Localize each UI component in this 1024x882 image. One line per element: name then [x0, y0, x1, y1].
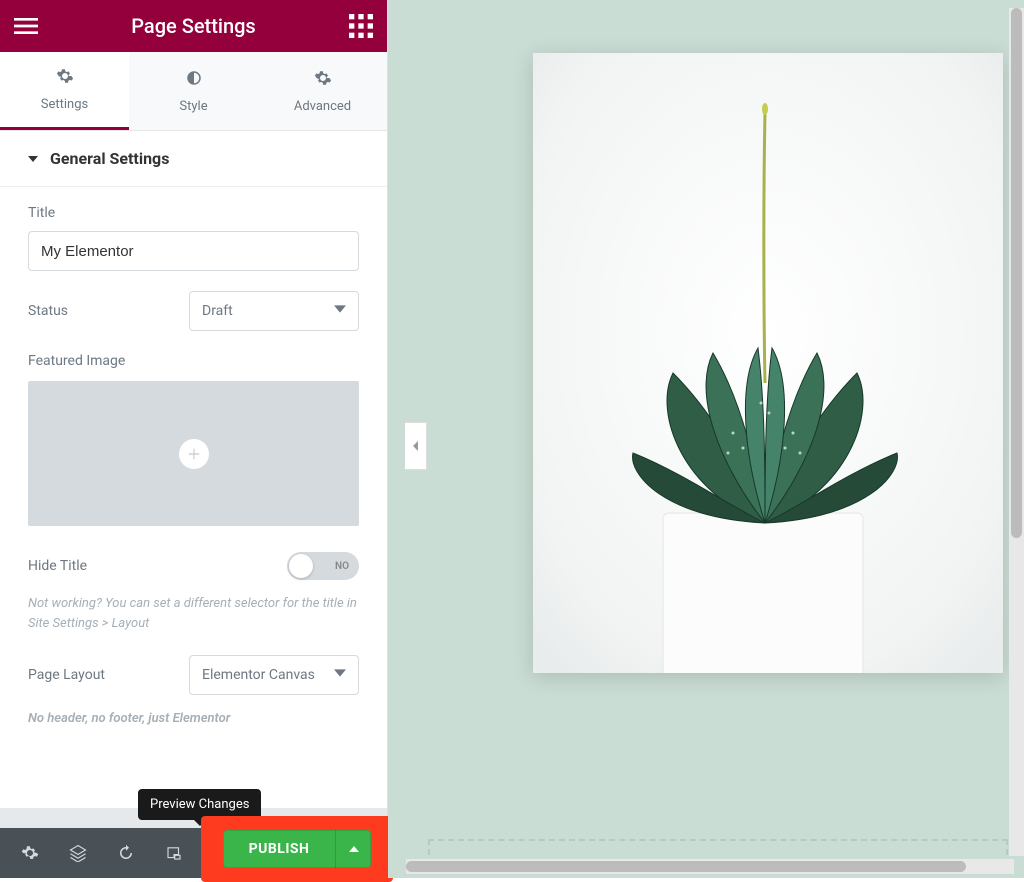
canvas-preview[interactable] — [388, 0, 1024, 878]
page-layout-select[interactable]: Elementor Canvas — [189, 655, 359, 695]
tab-label: Style — [179, 99, 207, 114]
panel-title: Page Settings — [42, 14, 345, 38]
title-input[interactable] — [28, 231, 359, 271]
panel-header: Page Settings — [0, 0, 387, 52]
page-image[interactable] — [533, 53, 1003, 673]
gear-icon — [56, 67, 74, 89]
section-heading: General Settings — [50, 149, 169, 168]
tab-settings[interactable]: Settings — [0, 52, 129, 130]
tab-label: Advanced — [294, 99, 351, 114]
chevron-down-icon — [334, 303, 346, 319]
title-label: Title — [28, 205, 359, 221]
hide-title-help: Not working? You can set a different sel… — [28, 594, 359, 633]
status-label: Status — [28, 303, 68, 319]
horizontal-scrollbar[interactable] — [406, 859, 1014, 874]
publish-button[interactable]: PUBLISH — [223, 841, 336, 857]
status-value: Draft — [202, 303, 233, 319]
settings-icon[interactable] — [8, 828, 52, 878]
publish-options-button[interactable] — [335, 830, 371, 868]
plus-icon — [179, 439, 209, 469]
responsive-icon[interactable] — [152, 828, 196, 878]
collapse-panel-button[interactable] — [405, 422, 427, 470]
page-layout-label: Page Layout — [28, 667, 105, 683]
tab-advanced[interactable]: Advanced — [258, 52, 387, 130]
widgets-grid-icon[interactable] — [345, 10, 377, 42]
section-general-settings[interactable]: General Settings — [0, 131, 387, 187]
scrollbar-thumb[interactable] — [1011, 8, 1022, 538]
tab-label: Settings — [41, 97, 88, 112]
toggle-state: NO — [335, 561, 349, 572]
page-layout-value: Elementor Canvas — [202, 667, 315, 683]
caret-down-icon — [28, 149, 38, 168]
hide-title-label: Hide Title — [28, 558, 87, 574]
featured-image-upload[interactable] — [28, 381, 359, 526]
featured-image-label: Featured Image — [28, 353, 359, 369]
history-icon[interactable] — [104, 828, 148, 878]
hide-title-toggle[interactable]: NO — [287, 552, 359, 580]
toggle-knob — [289, 554, 313, 578]
gear-icon — [314, 69, 332, 91]
section-content: Title Status Draft Featured Image Hide — [0, 187, 387, 737]
page-layout-help: No header, no footer, just Elementor — [28, 709, 359, 729]
panel-tabs: Settings Style Advanced — [0, 52, 387, 131]
menu-icon[interactable] — [10, 10, 42, 42]
contrast-icon — [185, 69, 203, 91]
scrollbar-thumb[interactable] — [406, 861, 966, 872]
publish-highlight: PUBLISH — [201, 816, 393, 882]
panel-body: General Settings Title Status Draft Feat… — [0, 131, 387, 808]
canvas-inner — [406, 6, 1018, 872]
navigator-icon[interactable] — [56, 828, 100, 878]
status-select[interactable]: Draft — [189, 291, 359, 331]
tab-style[interactable]: Style — [129, 52, 258, 130]
chevron-down-icon — [334, 667, 346, 683]
publish-button-group: PUBLISH — [223, 830, 372, 868]
panel-footer: Preview Changes PUBLISH — [0, 828, 387, 878]
vertical-scrollbar[interactable] — [1009, 8, 1024, 856]
settings-panel: Page Settings Settings Style Advanced Ge… — [0, 0, 388, 878]
